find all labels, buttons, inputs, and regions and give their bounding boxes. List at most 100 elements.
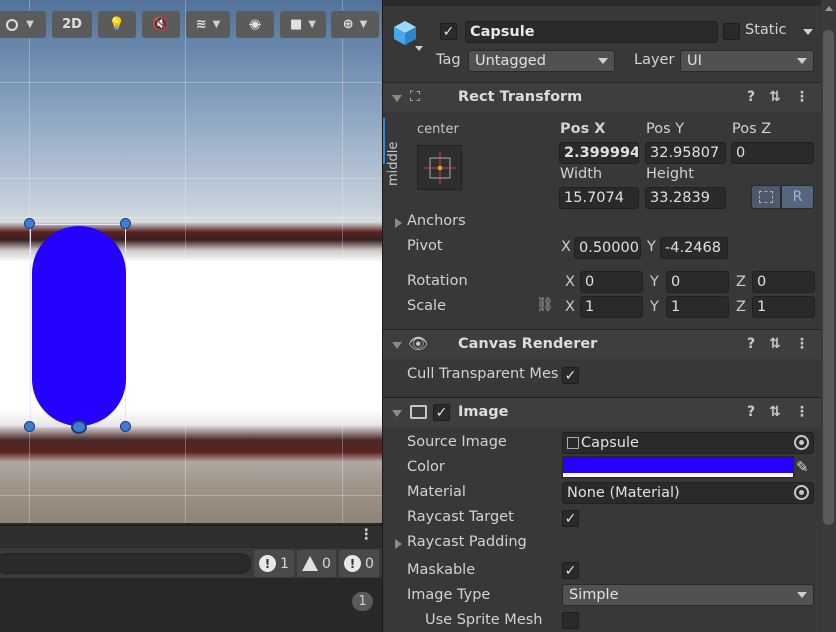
object-picker-icon[interactable]	[794, 435, 809, 450]
static-checkbox[interactable]	[723, 23, 740, 40]
anchor-preset-button[interactable]	[417, 145, 462, 190]
layer-value: UI	[687, 53, 702, 69]
collapse-chevron-icon[interactable]	[392, 410, 402, 417]
console-more-menu[interactable]: ⋮	[359, 527, 374, 543]
material-label: Material	[407, 484, 466, 500]
console-warning-toggle[interactable]: 0	[297, 550, 336, 577]
active-checkbox[interactable]: ✓	[440, 23, 457, 40]
rect-transform-icon: ⛶	[410, 89, 420, 105]
pos-y-field[interactable]: 32.95807	[645, 142, 726, 164]
eye-icon: 👁	[408, 334, 429, 353]
lighting-toggle[interactable]: 💡	[98, 11, 136, 38]
console-search-input[interactable]	[0, 553, 251, 574]
rect-transform-header[interactable]: ⛶ Rect Transform ? ⇅ ⋮	[383, 82, 821, 112]
object-picker-icon[interactable]	[794, 485, 809, 500]
image-enabled-checkbox[interactable]: ✓	[433, 404, 450, 421]
warning-count: 0	[322, 555, 331, 572]
audio-toggle[interactable]: 🔇	[142, 11, 180, 38]
console-error-toggle[interactable]: ! 0	[339, 550, 379, 577]
inspector-scrollbar-thumb[interactable]	[823, 30, 834, 525]
help-icon[interactable]: ?	[747, 89, 755, 105]
presets-icon[interactable]: ⇅	[769, 89, 781, 105]
collapse-chevron-icon[interactable]	[392, 342, 402, 349]
grid-line	[0, 82, 382, 83]
pivot-x-field[interactable]: 0.50000	[574, 237, 641, 259]
grid-line	[0, 178, 382, 179]
pos-z-field[interactable]: 0	[731, 142, 814, 164]
height-field[interactable]: 33.2839	[645, 187, 726, 209]
resize-handle-bottom-left[interactable]	[24, 421, 35, 432]
resize-handle-top-right[interactable]	[120, 218, 131, 229]
presets-icon[interactable]: ⇅	[769, 404, 781, 420]
rotation-z-field[interactable]: 0	[752, 271, 815, 293]
blueprint-mode-button[interactable]	[751, 185, 781, 209]
chevron-down-icon	[598, 58, 608, 64]
mode-2d-toggle[interactable]: 2D	[52, 11, 92, 38]
image-component-header[interactable]: ✓ Image ? ⇅ ⋮	[383, 397, 821, 427]
more-options-icon[interactable]: ⋮	[795, 404, 809, 420]
source-image-field[interactable]: Capsule	[562, 432, 814, 454]
error-count: 0	[365, 555, 374, 572]
canvas-renderer-header[interactable]: 👁 Canvas Renderer ? ⇅ ⋮	[383, 329, 821, 359]
pos-x-field[interactable]: 2.399994	[559, 142, 639, 164]
static-chevron-down-icon[interactable]	[803, 29, 813, 35]
help-icon[interactable]: ?	[747, 404, 755, 420]
raycast-padding-expand-icon[interactable]	[395, 539, 402, 549]
camera-icon: ■	[290, 17, 303, 32]
shading-mode-dropdown[interactable]: ▼	[0, 11, 46, 38]
raycast-target-checkbox[interactable]: ✓	[562, 510, 579, 527]
pivot-y-axis-label: Y	[647, 239, 656, 255]
scale-z-axis-label: Z	[736, 299, 746, 315]
icon-picker-chevron-icon[interactable]	[415, 46, 423, 51]
presets-icon[interactable]: ⇅	[769, 336, 781, 352]
scale-y-field[interactable]: 1	[666, 296, 729, 318]
image-type-dropdown[interactable]: Simple	[562, 584, 814, 606]
tag-label: Tag	[436, 52, 461, 68]
resize-handle-top-left[interactable]	[24, 218, 35, 229]
pivot-handle[interactable]	[71, 420, 87, 434]
more-options-icon[interactable]: ⋮	[795, 336, 809, 352]
color-swatch[interactable]	[562, 456, 794, 478]
use-sprite-mesh-checkbox[interactable]	[562, 612, 579, 629]
gizmos-dropdown[interactable]: ⊕ ▼	[331, 11, 379, 38]
layer-dropdown[interactable]: UI	[680, 50, 814, 72]
audio-mute-icon: 🔇	[152, 17, 170, 32]
more-options-icon[interactable]: ⋮	[795, 89, 809, 105]
selection-accent-bar	[383, 118, 385, 164]
object-name-field[interactable]: Capsule	[465, 21, 718, 43]
scene-viewport[interactable]	[0, 0, 382, 523]
cull-transparent-checkbox[interactable]: ✓	[562, 367, 579, 384]
tag-dropdown[interactable]: Untagged	[468, 50, 615, 72]
constrain-proportions-icon[interactable]: ⛓	[536, 297, 554, 313]
collapse-chevron-icon[interactable]	[392, 95, 402, 102]
camera-dropdown[interactable]: ■ ▼	[280, 11, 326, 38]
rotation-y-field[interactable]: 0	[666, 271, 729, 293]
pivot-label: Pivot	[407, 238, 443, 254]
resize-handle-bottom-right[interactable]	[120, 421, 131, 432]
raycast-padding-label[interactable]: Raycast Padding	[407, 534, 527, 550]
scale-z-field[interactable]: 1	[752, 296, 815, 318]
material-field[interactable]: None (Material)	[562, 482, 814, 504]
color-label: Color	[407, 459, 445, 475]
image-type-value: Simple	[569, 587, 619, 603]
mode-2d-label: 2D	[62, 17, 82, 32]
scene-toolbar: ▼ 2D 💡 🔇 ≋ ▼ ◉ ■ ▼ ⊕ ▼	[0, 11, 382, 39]
anchors-expand-icon[interactable]	[395, 218, 402, 228]
pivot-y-field[interactable]: -4.2468	[660, 237, 728, 259]
eyedropper-icon[interactable]: ✎	[796, 458, 809, 476]
layer-label: Layer	[634, 52, 675, 68]
rotation-y-axis-label: Y	[650, 274, 659, 290]
blueprint-icon	[759, 191, 773, 203]
capsule-image[interactable]	[32, 226, 126, 426]
console-info-toggle[interactable]: ! 1	[254, 550, 294, 577]
scale-x-field[interactable]: 1	[580, 296, 643, 318]
effects-dropdown[interactable]: ≋ ▼	[186, 11, 230, 38]
scroll-up-icon[interactable]	[825, 6, 833, 11]
maskable-checkbox[interactable]: ✓	[562, 562, 579, 579]
width-field[interactable]: 15.7074	[559, 187, 639, 209]
anchors-label[interactable]: Anchors	[407, 213, 466, 229]
scene-visibility-toggle[interactable]: ◉	[236, 11, 274, 38]
help-icon[interactable]: ?	[747, 336, 755, 352]
rotation-x-field[interactable]: 0	[580, 271, 643, 293]
raw-edit-button[interactable]: R	[781, 185, 814, 209]
